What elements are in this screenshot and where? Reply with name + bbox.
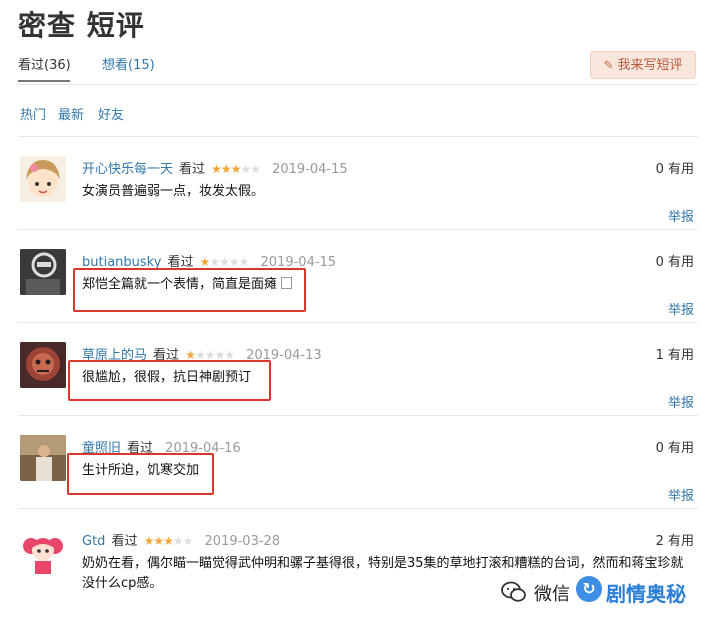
avatar[interactable] — [20, 342, 66, 388]
avatar[interactable] — [20, 530, 66, 576]
page-title: 密查 短评 — [18, 9, 145, 42]
review-status: 看过 — [111, 534, 138, 549]
rating-stars: ★★★★★ — [143, 534, 194, 548]
tab-watched[interactable]: 看过(36) — [18, 54, 71, 73]
filters-divider — [18, 136, 698, 137]
useful-count[interactable]: 1 有用 — [656, 344, 694, 363]
highlight-box — [73, 268, 306, 312]
review-content: 女演员普遍弱一点，妆发太假。 — [82, 184, 265, 199]
review-meta: 开心快乐每一天 看过 ★★★★★ 2019-04-15 — [82, 158, 348, 177]
report-link[interactable]: 举报 — [668, 299, 694, 318]
review-divider — [18, 508, 698, 509]
report-link[interactable]: 举报 — [668, 392, 694, 411]
watermark: 微信 ↻ 剧情奥秘 — [500, 572, 721, 612]
review-divider — [18, 322, 698, 323]
review-item: 开心快乐每一天 看过 ★★★★★ 2019-04-15 女演员普遍弱一点，妆发太假… — [18, 150, 698, 230]
rating-stars: ★★★★★ — [199, 255, 250, 269]
report-link[interactable]: 举报 — [668, 206, 694, 225]
review-date: 2019-04-15 — [272, 162, 348, 177]
watermark-prefix: 微信 — [534, 584, 570, 605]
rating-stars: ★★★★★ — [211, 162, 261, 176]
write-review-label: 我来写短评 — [617, 58, 683, 73]
review-date: 2019-03-28 — [204, 534, 281, 549]
review-meta: Gtd 看过 ★★★★★ 2019-03-28 — [82, 530, 280, 549]
review-status: 看过 — [179, 162, 206, 177]
highlight-box — [68, 360, 271, 401]
review-username[interactable]: Gtd — [82, 534, 105, 549]
brand-logo-icon: ↻ — [576, 576, 602, 602]
review-username[interactable]: 开心快乐每一天 — [82, 162, 173, 177]
filter-latest[interactable]: 最新 — [58, 104, 84, 123]
useful-count[interactable]: 0 有用 — [656, 437, 694, 456]
tabs-divider — [18, 84, 698, 85]
wechat-icon — [501, 581, 526, 602]
highlight-box — [67, 453, 214, 495]
tab-want-to-watch[interactable]: 想看(15) — [102, 54, 155, 73]
useful-count[interactable]: 2 有用 — [656, 530, 694, 549]
review-divider — [18, 229, 698, 230]
write-review-button[interactable]: ✎ 我来写短评 — [590, 51, 696, 79]
avatar[interactable] — [20, 156, 66, 202]
useful-count[interactable]: 0 有用 — [656, 158, 694, 177]
watermark-brand: 剧情奥秘 — [606, 582, 686, 606]
filter-friends[interactable]: 好友 — [98, 104, 124, 123]
review-content-line: 奶奶在看，偶尔瞄一瞄觉得武仲明和骡子基得很，特别是35集的草地打滚和糟糕的台词，… — [82, 556, 684, 571]
report-link[interactable]: 举报 — [668, 485, 694, 504]
avatar[interactable] — [20, 249, 66, 295]
pencil-icon: ✎ — [603, 58, 614, 72]
review-divider — [18, 415, 698, 416]
active-tab-indicator — [18, 80, 70, 82]
filter-hot[interactable]: 热门 — [20, 104, 46, 123]
useful-count[interactable]: 0 有用 — [656, 251, 694, 270]
avatar[interactable] — [20, 435, 66, 481]
